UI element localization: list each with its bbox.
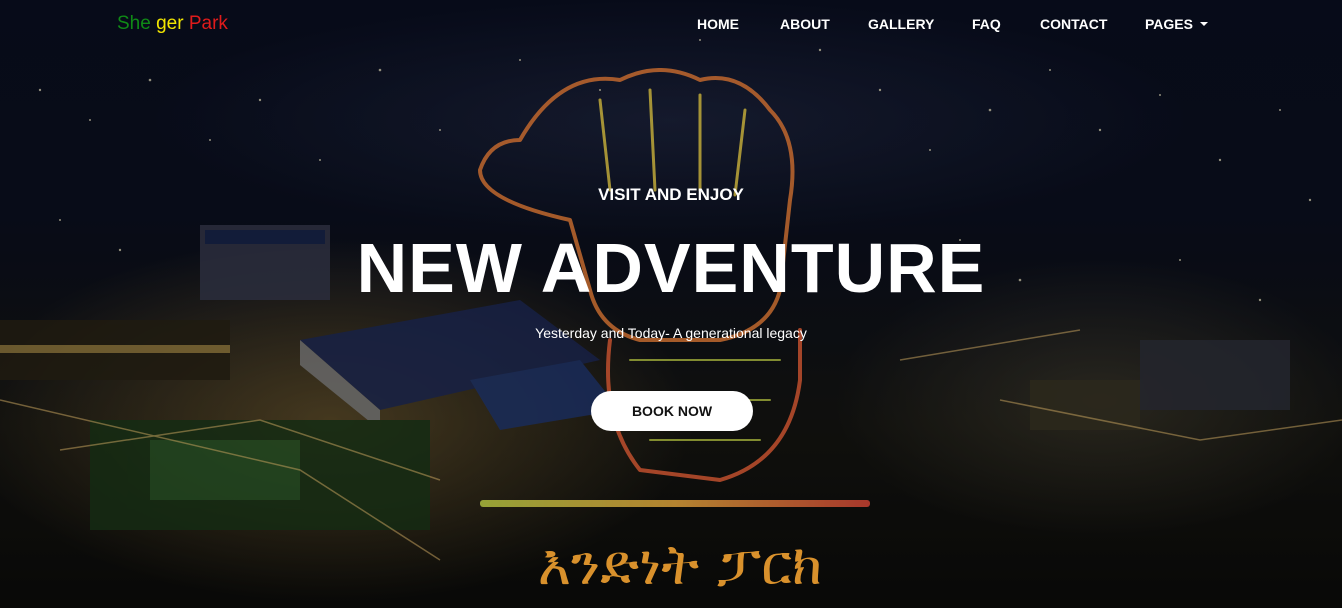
hero-kicker: VISIT AND ENJOY: [598, 185, 744, 204]
caret-down-icon: [1199, 22, 1208, 26]
top-navbar: She ger Park HOME ABOUT GALLERY FAQ CONT…: [0, 0, 1342, 48]
nav-pages-dropdown[interactable]: PAGES: [1145, 16, 1208, 32]
hero-tagline: Yesterday and Today- A generational lega…: [535, 325, 807, 341]
book-now-button[interactable]: BOOK NOW: [591, 391, 753, 431]
neon-sign-text: እንድነት ፓርክ: [537, 533, 823, 598]
hero-headline: NEW ADVENTURE: [356, 229, 986, 307]
hero-section: እንድነት ፓርክ She ger Park HOME ABOUT GALLER…: [0, 0, 1342, 608]
nav-contact-link[interactable]: CONTACT: [1040, 16, 1107, 32]
nav-faq-link[interactable]: FAQ: [972, 16, 1001, 32]
nav-pages-label: PAGES: [1145, 16, 1193, 32]
nav-home-link[interactable]: HOME: [697, 16, 739, 32]
nav-gallery-link[interactable]: GALLERY: [868, 16, 934, 32]
nav-menu: HOME ABOUT GALLERY FAQ CONTACT PAGES: [0, 0, 1342, 48]
nav-about-link[interactable]: ABOUT: [780, 16, 830, 32]
